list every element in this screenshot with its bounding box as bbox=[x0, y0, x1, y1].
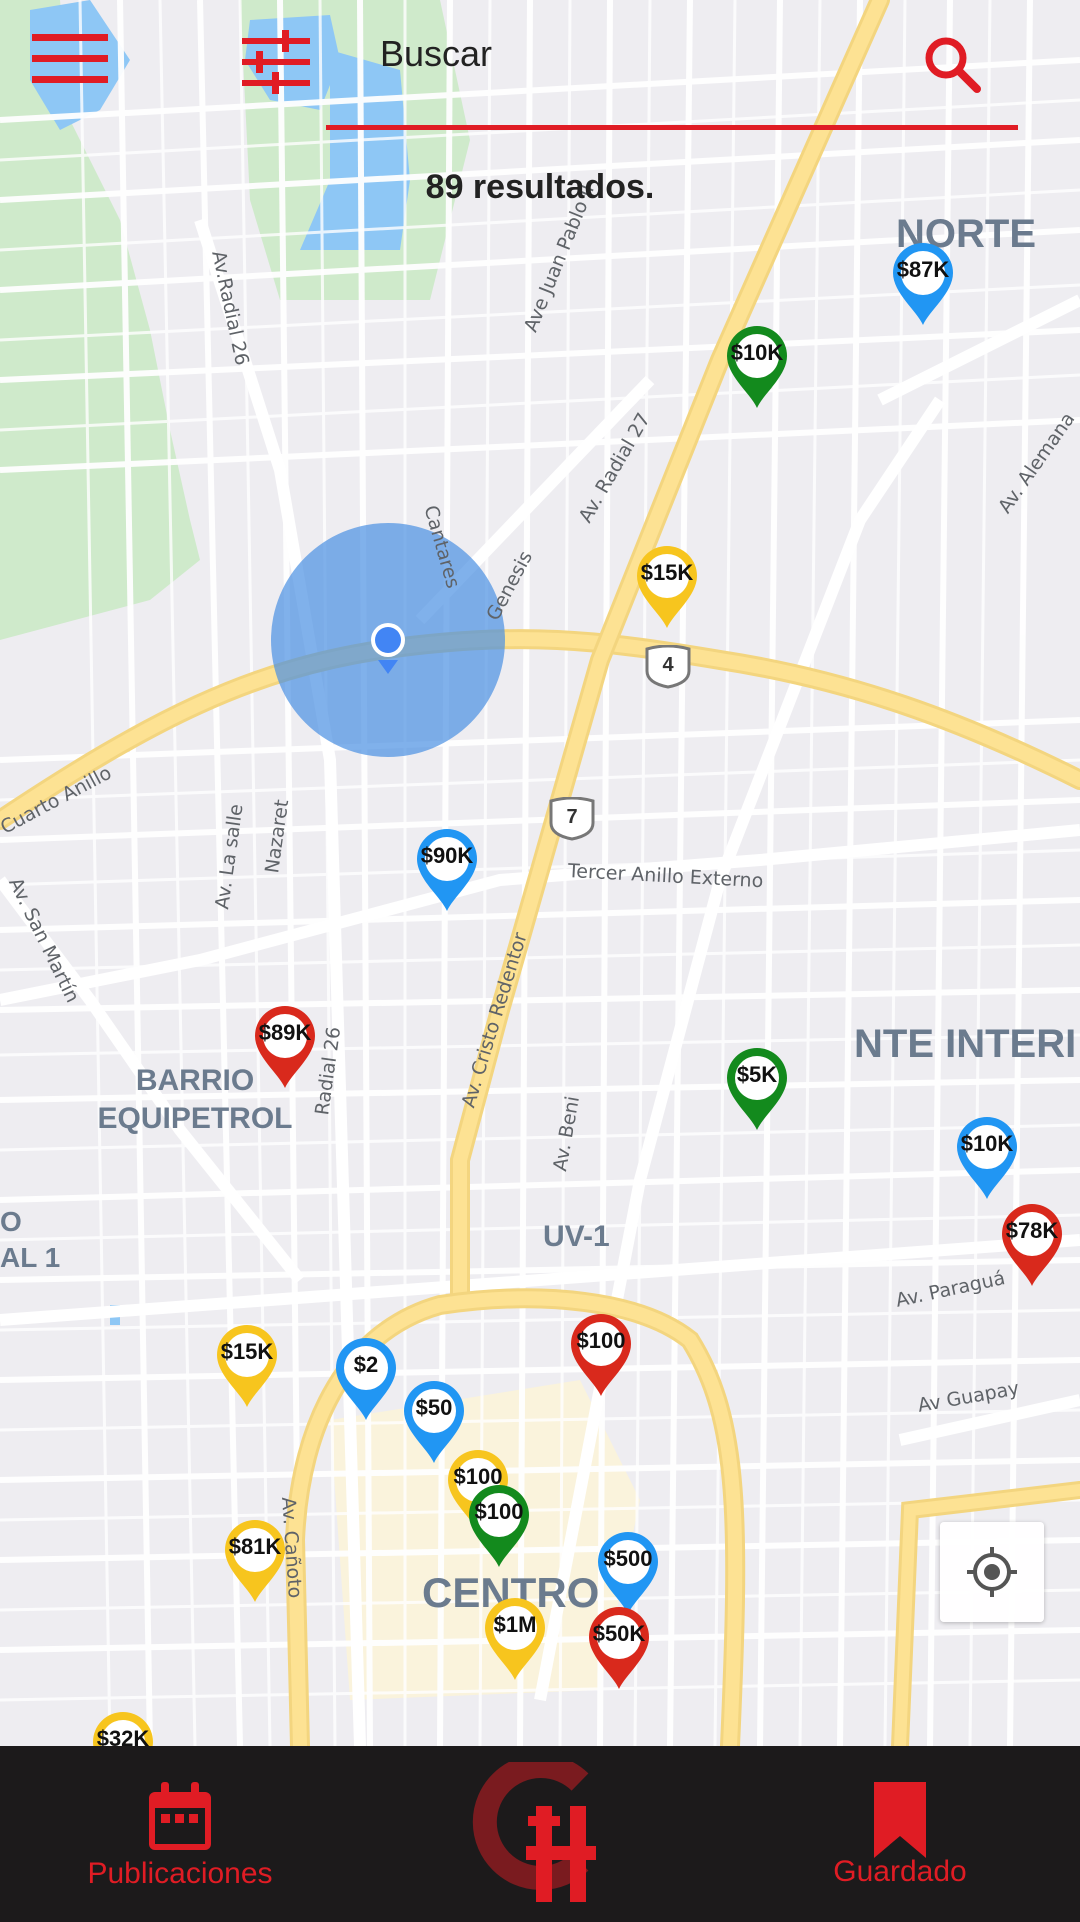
map-pin-icon bbox=[485, 1598, 545, 1680]
search-underline bbox=[326, 125, 1018, 130]
map-pin-icon bbox=[957, 1117, 1017, 1199]
my-location-crosshair-icon bbox=[967, 1547, 1017, 1597]
price-pin[interactable]: $90K bbox=[415, 827, 479, 913]
price-pin[interactable]: $1M bbox=[483, 1596, 547, 1682]
price-pin[interactable]: $15K bbox=[215, 1323, 279, 1409]
ch-logo-icon bbox=[472, 1754, 596, 1902]
results-count: 89 resultados. bbox=[425, 168, 655, 206]
price-pin[interactable]: $100 bbox=[467, 1483, 531, 1569]
pin-price-label: $50K bbox=[592, 1621, 646, 1646]
search-input[interactable] bbox=[380, 28, 840, 80]
pin-price-label: $50 bbox=[415, 1395, 453, 1420]
price-pin[interactable]: $32K bbox=[91, 1710, 155, 1746]
pin-price-label: $100 bbox=[576, 1328, 626, 1353]
pin-price-label: $500 bbox=[603, 1546, 653, 1571]
pin-price-label: $90K bbox=[420, 843, 474, 868]
area-label-nte-inter: NTE INTERI bbox=[854, 1022, 1077, 1066]
price-pin[interactable]: $500 bbox=[596, 1530, 660, 1616]
highway-shield-4: 4 bbox=[643, 644, 693, 689]
pin-price-label: $78K bbox=[1005, 1218, 1059, 1243]
map-pin-icon bbox=[727, 326, 787, 408]
area-label-edge-al1: AL 1 bbox=[0, 1242, 61, 1273]
price-pin[interactable]: $10K bbox=[725, 324, 789, 410]
pin-price-label: $100 bbox=[474, 1499, 524, 1524]
price-pin[interactable]: $2 bbox=[334, 1336, 398, 1422]
map-pin-icon bbox=[637, 546, 697, 628]
price-pin[interactable]: $89K bbox=[253, 1004, 317, 1090]
search-header: 89 resultados. bbox=[0, 0, 1080, 206]
price-pin[interactable]: $87K bbox=[891, 241, 955, 327]
nav-guardado-label: Guardado bbox=[833, 1855, 967, 1888]
map-pin-icon bbox=[225, 1520, 285, 1602]
pin-price-label: $1M bbox=[493, 1612, 537, 1637]
pin-price-label: $32K bbox=[96, 1726, 150, 1746]
nav-publicaciones-label: Publicaciones bbox=[87, 1857, 273, 1890]
pin-price-label: $10K bbox=[730, 340, 784, 365]
nav-guardado[interactable]: Guardado bbox=[800, 1782, 1000, 1889]
price-pin[interactable]: $78K bbox=[1000, 1202, 1064, 1288]
nav-publicaciones[interactable]: Publicaciones bbox=[60, 1782, 300, 1891]
my-location-button[interactable] bbox=[940, 1522, 1044, 1622]
map-view[interactable]: Av.Radial 26 Ave Juan Pablo II Av. Radia… bbox=[0, 0, 1080, 1746]
pin-price-label: $2 bbox=[353, 1352, 379, 1377]
home-logo-button[interactable] bbox=[470, 1754, 610, 1917]
map-pin-icon bbox=[589, 1607, 649, 1689]
pin-price-label: $5K bbox=[736, 1062, 778, 1087]
map-pin-icon bbox=[417, 829, 477, 911]
price-pin[interactable]: $5K bbox=[725, 1046, 789, 1132]
map-pin-icon bbox=[217, 1325, 277, 1407]
calendar-icon bbox=[149, 1782, 211, 1850]
price-pin[interactable]: $100 bbox=[569, 1312, 633, 1398]
map-pin-icon bbox=[727, 1048, 787, 1130]
search-button[interactable] bbox=[922, 34, 982, 99]
filter-button[interactable] bbox=[242, 30, 310, 99]
map-pin-icon bbox=[469, 1485, 529, 1567]
map-pin-icon bbox=[571, 1314, 631, 1396]
magnifier-icon bbox=[925, 37, 981, 93]
area-label-uv1: UV-1 bbox=[543, 1220, 610, 1253]
price-pin[interactable]: $81K bbox=[223, 1518, 287, 1604]
bookmark-icon bbox=[874, 1782, 926, 1858]
filter-sliders-icon bbox=[242, 30, 310, 94]
price-pin[interactable]: $10K bbox=[955, 1115, 1019, 1201]
pin-price-label: $10K bbox=[960, 1131, 1014, 1156]
pin-price-label: $87K bbox=[896, 257, 950, 282]
map-pin-icon bbox=[893, 243, 953, 325]
price-pin[interactable]: $50K bbox=[587, 1605, 651, 1691]
pin-price-label: $81K bbox=[228, 1534, 282, 1559]
menu-button[interactable] bbox=[32, 32, 108, 91]
area-label-edge-o: O bbox=[0, 1206, 22, 1237]
highway-shield-7: 7 bbox=[547, 796, 597, 841]
map-pin-icon bbox=[598, 1532, 658, 1614]
area-label-equipetrol: EQUIPETROL bbox=[97, 1102, 293, 1135]
pin-price-label: $89K bbox=[258, 1020, 312, 1045]
map-pin-icon bbox=[255, 1006, 315, 1088]
price-pin[interactable]: $15K bbox=[635, 544, 699, 630]
map-pin-icon bbox=[1002, 1204, 1062, 1286]
pin-price-label: $15K bbox=[220, 1339, 274, 1364]
bottom-navigation: Publicaciones Guardado bbox=[0, 1746, 1080, 1922]
pin-price-label: $15K bbox=[640, 560, 694, 585]
hamburger-menu-icon bbox=[32, 34, 108, 83]
map-pin-icon bbox=[336, 1338, 396, 1420]
